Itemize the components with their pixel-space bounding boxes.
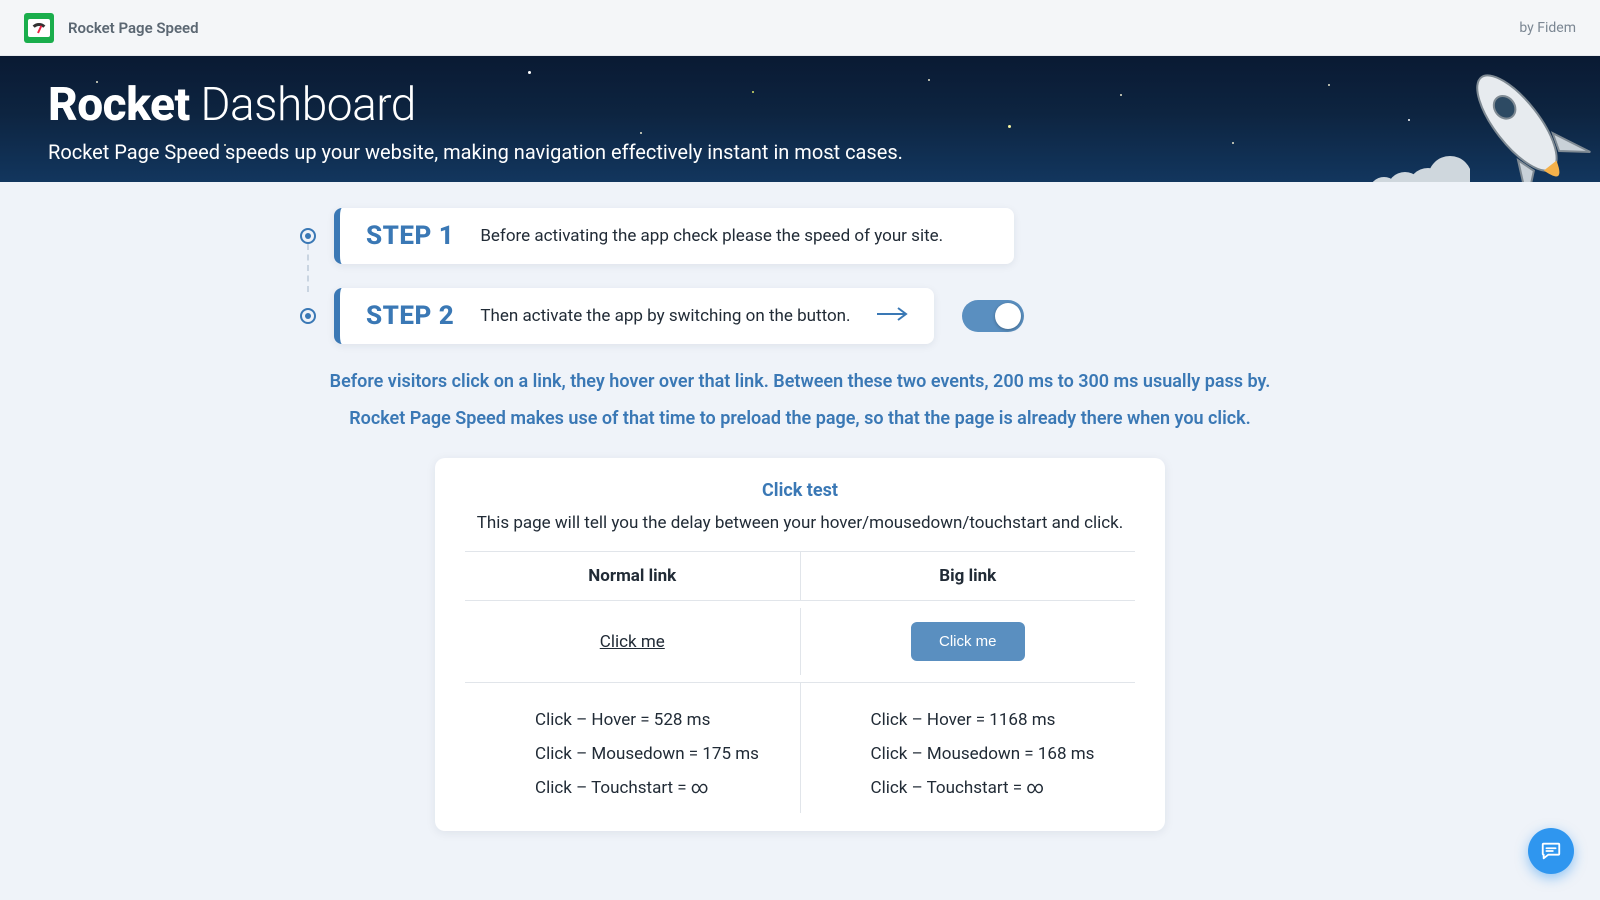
step-2-label: STEP 2: [340, 301, 480, 331]
normal-link[interactable]: Click me: [600, 632, 665, 652]
step-card-2: STEP 2 Then activate the app by switchin…: [334, 288, 934, 344]
click-test-table: Normal link Big link Click me Click me C…: [465, 551, 1135, 813]
page-subtitle: Rocket Page Speed speeds up your website…: [48, 140, 1552, 164]
arrow-right-icon: [876, 306, 908, 326]
steps-section: STEP 1 Before activating the app check p…: [300, 208, 1300, 344]
column-header-big: Big link: [800, 552, 1136, 600]
big-hover-result: Click – Hover = 1168 ms: [871, 703, 1136, 737]
step-1-text: Before activating the app check please t…: [480, 226, 1014, 246]
step-row-1: STEP 1 Before activating the app check p…: [300, 208, 1300, 264]
column-header-normal: Normal link: [465, 552, 800, 600]
hero-banner: Rocket Dashboard Rocket Page Speed speed…: [0, 56, 1600, 182]
big-touchstart-result: Click – Touchstart = ∞: [871, 771, 1136, 805]
big-results: Click – Hover = 1168 ms Click – Mousedow…: [800, 683, 1136, 813]
page-title-bold: Rocket: [48, 78, 190, 132]
page-title: Rocket Dashboard: [48, 78, 1552, 132]
step-row-2: STEP 2 Then activate the app by switchin…: [300, 288, 1300, 344]
app-logo-icon: [24, 13, 54, 43]
step-bullet-icon: [300, 308, 316, 324]
click-test-subtitle: This page will tell you the delay betwee…: [465, 513, 1135, 533]
step-card-1: STEP 1 Before activating the app check p…: [334, 208, 1014, 264]
activate-toggle[interactable]: [962, 300, 1024, 332]
vendor-label[interactable]: by Fidem: [1519, 20, 1576, 36]
chat-button[interactable]: [1528, 828, 1574, 874]
topbar: Rocket Page Speed by Fidem: [0, 0, 1600, 56]
big-link-button[interactable]: Click me: [911, 622, 1025, 661]
step-bullet-icon: [300, 228, 316, 244]
normal-results: Click – Hover = 528 ms Click – Mousedown…: [465, 683, 800, 813]
normal-hover-result: Click – Hover = 528 ms: [535, 703, 800, 737]
normal-mousedown-result: Click – Mousedown = 175 ms: [535, 737, 800, 771]
big-mousedown-result: Click – Mousedown = 168 ms: [871, 737, 1136, 771]
step-2-text: Then activate the app by switching on th…: [480, 306, 876, 326]
chat-icon: [1540, 840, 1562, 862]
page-title-rest: Dashboard: [190, 78, 416, 132]
step-1-label: STEP 1: [340, 221, 480, 251]
app-name: Rocket Page Speed: [68, 19, 199, 37]
click-test-card: Click test This page will tell you the d…: [435, 458, 1165, 831]
info-text-1: Before visitors click on a link, they ho…: [0, 368, 1600, 395]
topbar-left: Rocket Page Speed: [24, 13, 199, 43]
normal-touchstart-result: Click – Touchstart = ∞: [535, 771, 800, 805]
info-text-2: Rocket Page Speed makes use of that time…: [0, 405, 1600, 432]
click-test-title: Click test: [465, 480, 1135, 501]
